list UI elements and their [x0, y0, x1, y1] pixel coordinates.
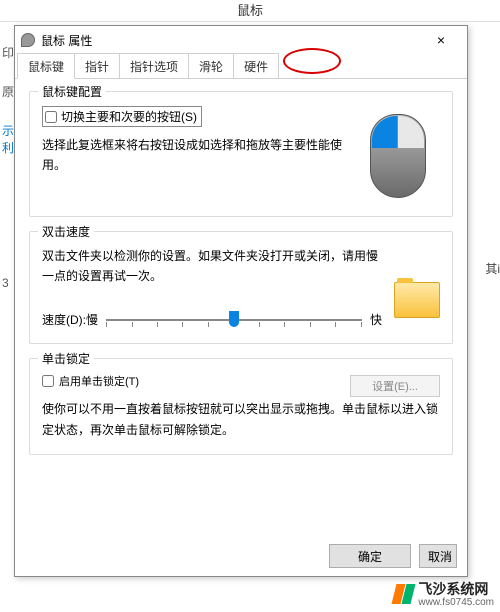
tab-buttons[interactable]: 鼠标键 — [17, 53, 75, 79]
speed-slider[interactable] — [106, 309, 362, 331]
close-icon[interactable]: × — [421, 32, 461, 48]
group-legend: 鼠标键配置 — [38, 83, 106, 100]
dialog-actions: 确定 取消 — [15, 544, 467, 568]
swap-buttons-desc: 选择此复选框来将右按钮设成如选择和拖放等主要性能使用。 — [42, 135, 352, 176]
mouse-properties-dialog: 鼠标 属性 × 鼠标键 指针 指针选项 滑轮 硬件 鼠标键配置 切换主要和次要的… — [14, 25, 468, 577]
watermark-title: 飞沙系统网 — [418, 581, 488, 597]
swap-buttons-input[interactable] — [45, 111, 57, 123]
group-double-click: 双击速度 双击文件夹以检测你的设置。如果文件夹没打开或关闭，请用慢一点的设置再试… — [29, 231, 453, 344]
dialog-title: 鼠标 属性 — [41, 32, 92, 49]
folder-icon[interactable] — [394, 282, 440, 318]
group-legend: 双击速度 — [38, 223, 94, 240]
mouse-icon — [21, 33, 35, 47]
fast-label: 快 — [370, 310, 382, 330]
tab-strip: 鼠标键 指针 指针选项 滑轮 硬件 — [15, 54, 467, 79]
group-button-config: 鼠标键配置 切换主要和次要的按钮(S) 选择此复选框来将右按钮设成如选择和拖放等… — [29, 91, 453, 217]
slider-thumb[interactable] — [229, 311, 239, 327]
watermark: 飞沙系统网 www.fs0745.com — [394, 579, 494, 608]
speed-label: 速度(D): — [42, 310, 86, 330]
cancel-button[interactable]: 取消 — [419, 544, 457, 568]
click-lock-settings-button: 设置(E)... — [350, 375, 440, 397]
tab-wheel[interactable]: 滑轮 — [188, 53, 234, 78]
mouse-illustration — [360, 106, 440, 204]
double-click-desc: 双击文件夹以检测你的设置。如果文件夹没打开或关闭，请用慢一点的设置再试一次。 — [42, 246, 382, 287]
background-right-fragment: 其i — [485, 260, 500, 277]
click-lock-input[interactable] — [42, 375, 54, 387]
watermark-url: www.fs0745.com — [418, 597, 494, 608]
titlebar[interactable]: 鼠标 属性 × — [15, 26, 467, 54]
swap-buttons-checkbox[interactable]: 切换主要和次要的按钮(S) — [42, 106, 202, 127]
tab-hardware[interactable]: 硬件 — [233, 53, 279, 78]
click-lock-label: 启用单击锁定(T) — [59, 373, 139, 389]
watermark-logo-icon — [394, 584, 414, 604]
group-legend: 单击锁定 — [38, 350, 94, 367]
group-click-lock: 单击锁定 启用单击锁定(T) 设置(E)... 使你可以不用一直按着鼠标按钮就可… — [29, 358, 453, 455]
swap-buttons-label: 切换主要和次要的按钮(S) — [61, 108, 197, 125]
background-left-fragments: 印 原 示利 3 — [0, 22, 14, 576]
slow-label: 慢 — [86, 310, 98, 330]
tab-pointer-options[interactable]: 指针选项 — [119, 53, 189, 78]
tab-pointer[interactable]: 指针 — [74, 53, 120, 78]
ok-button[interactable]: 确定 — [329, 544, 411, 568]
click-lock-checkbox[interactable]: 启用单击锁定(T) — [42, 373, 139, 389]
click-lock-desc: 使你可以不用一直按着鼠标按钮就可以突出显示或拖拽。单击鼠标以进入锁定状态，再次单… — [42, 399, 440, 442]
background-title: 鼠标 — [0, 0, 500, 22]
